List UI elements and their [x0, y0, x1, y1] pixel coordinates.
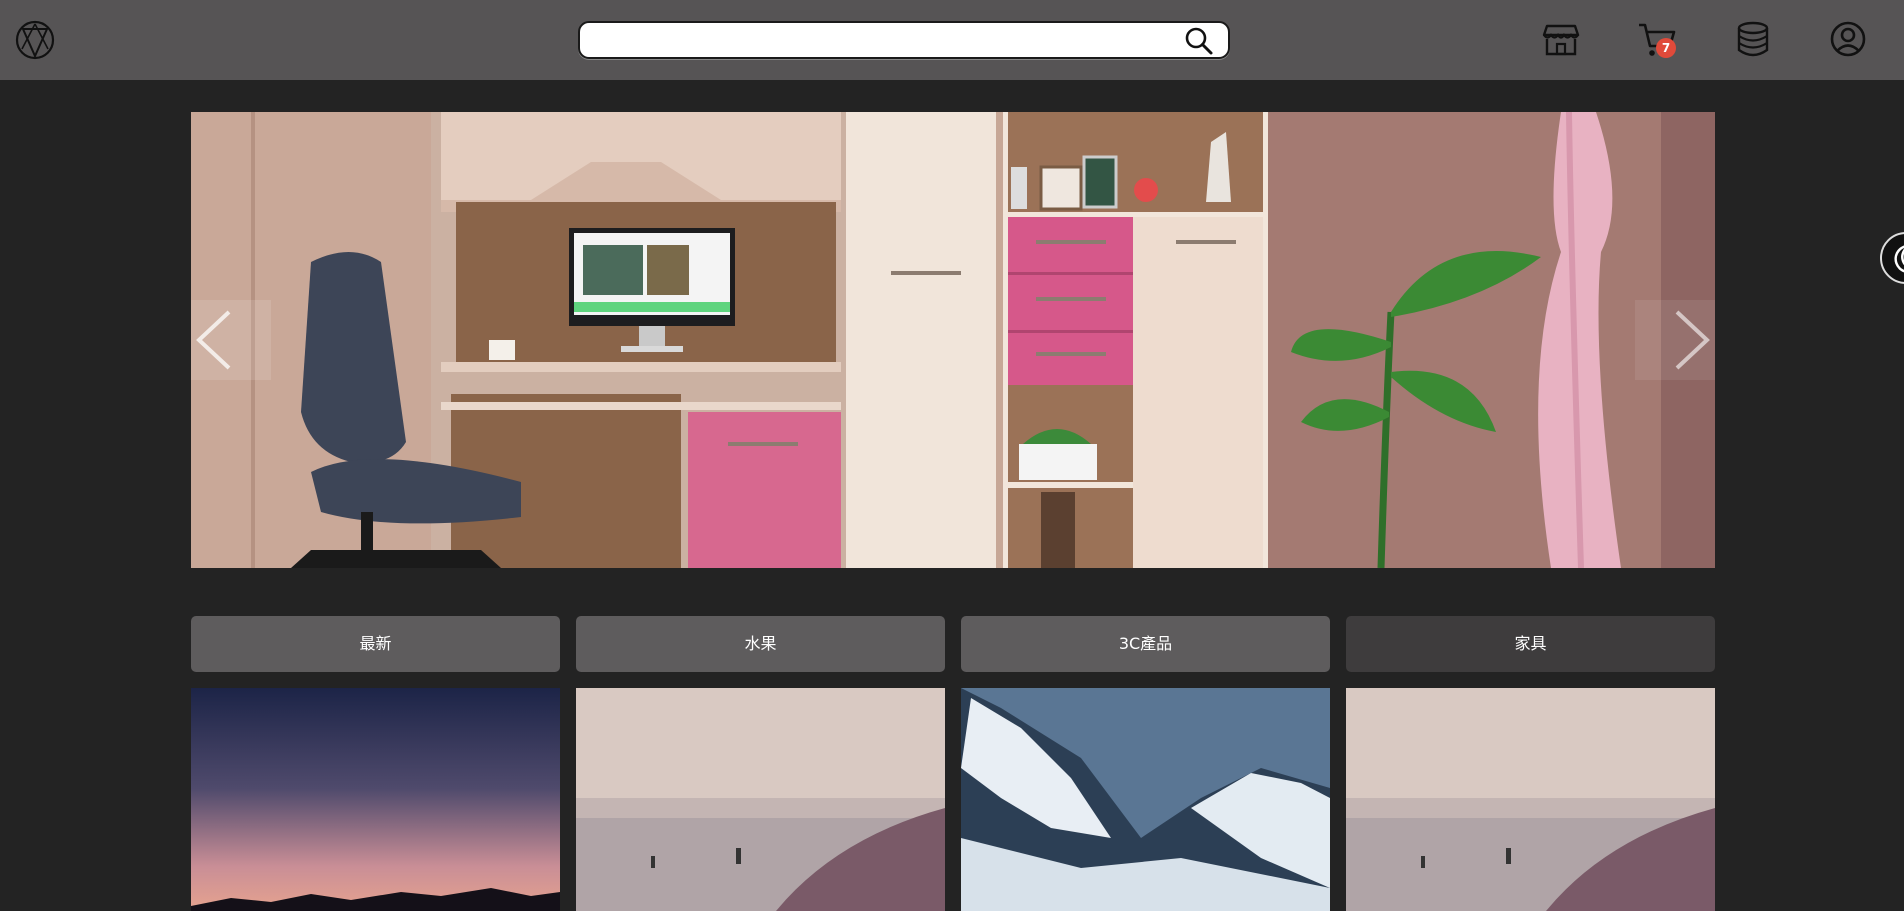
search-icon[interactable] [1184, 26, 1214, 56]
carousel-next-button[interactable] [1635, 300, 1715, 380]
hero-carousel[interactable] [191, 112, 1715, 568]
tab-latest[interactable]: 最新 [191, 616, 560, 672]
database-icon[interactable] [1732, 18, 1774, 60]
top-navbar: 7 [0, 0, 1904, 80]
user-circle-icon[interactable] [1827, 18, 1869, 60]
hero-image-office-room [191, 112, 1715, 568]
product-image-beach-2 [1346, 688, 1715, 911]
tab-3c[interactable]: 3C產品 [961, 616, 1330, 672]
product-image-beach [576, 688, 945, 911]
product-card-mountain[interactable] [961, 688, 1330, 911]
tab-furniture[interactable]: 家具 [1346, 616, 1715, 672]
moon-icon [1894, 245, 1904, 273]
chevron-left-icon [196, 310, 231, 370]
cart-count-badge: 7 [1656, 38, 1676, 58]
product-card-beach[interactable] [576, 688, 945, 911]
logo-icon[interactable] [14, 19, 56, 61]
carousel-prev-button[interactable] [191, 300, 271, 380]
store-icon[interactable] [1540, 18, 1582, 60]
product-card-sunset[interactable] [191, 688, 560, 911]
product-card-beach-2[interactable] [1346, 688, 1715, 911]
theme-toggle-button[interactable] [1880, 232, 1904, 284]
search-bar [578, 21, 1230, 59]
search-input[interactable] [592, 27, 1152, 53]
tab-fruit[interactable]: 水果 [576, 616, 945, 672]
chevron-right-icon [1675, 310, 1710, 370]
product-image-mountain [961, 688, 1330, 911]
product-image-sunset [191, 688, 560, 911]
